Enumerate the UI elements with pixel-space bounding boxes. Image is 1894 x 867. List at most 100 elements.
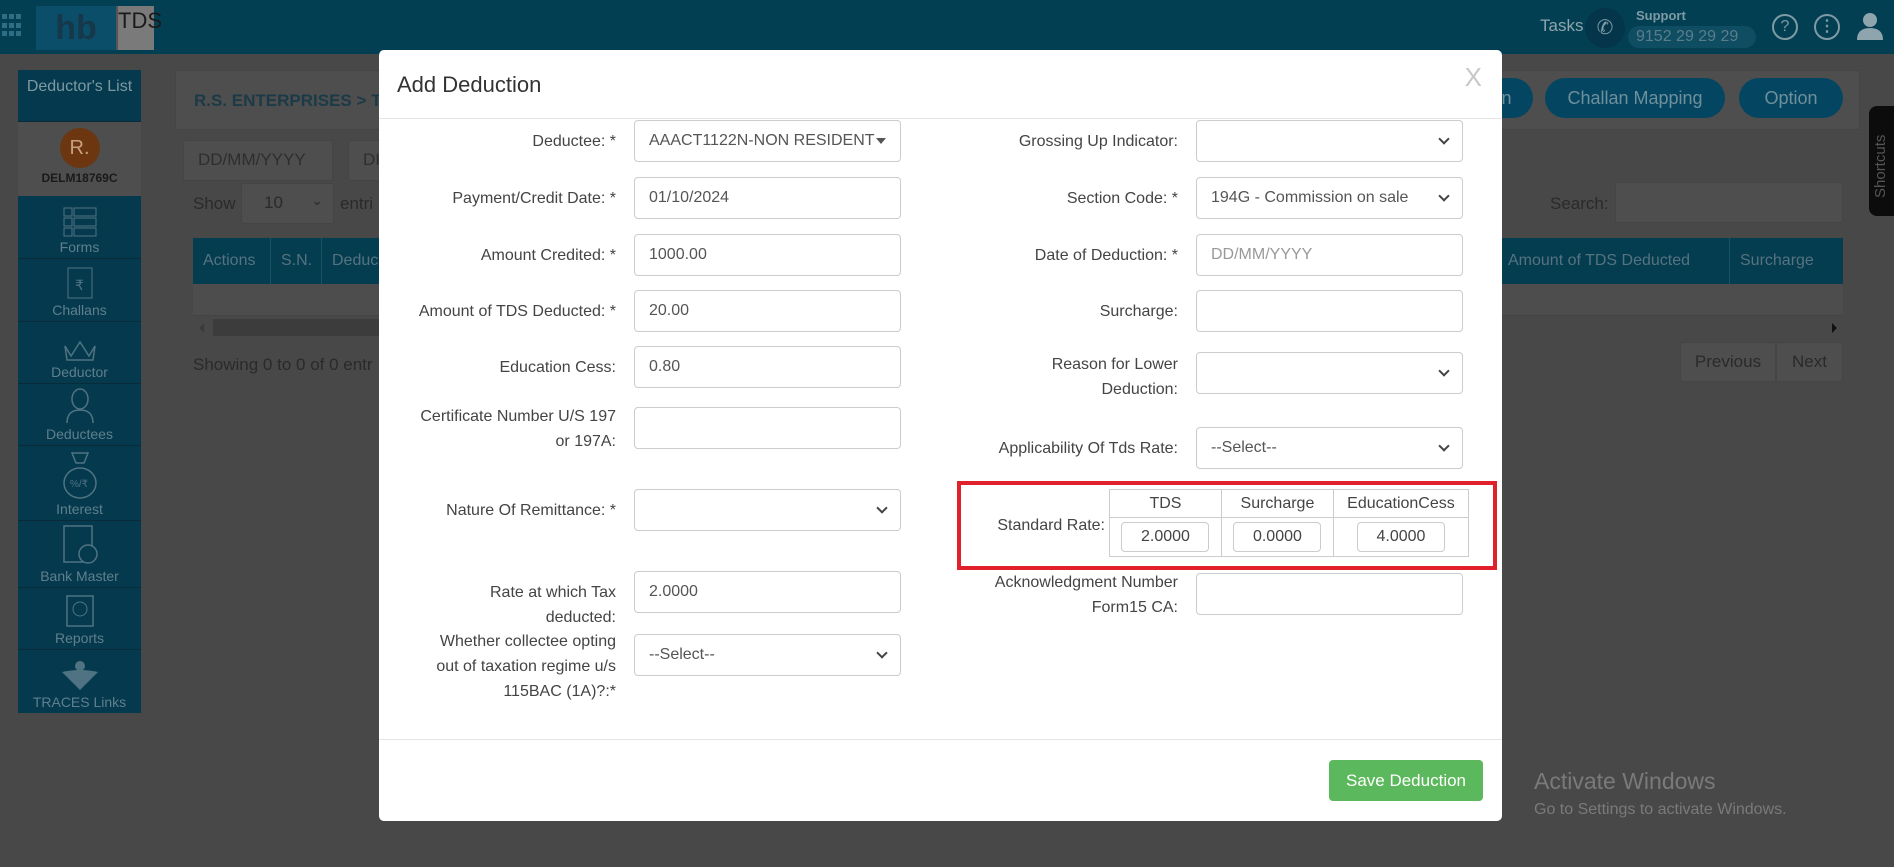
field-label: Section Code: *	[1066, 190, 1178, 207]
certificate-number-us-197-input[interactable]	[634, 407, 901, 449]
field-value: 01/10/2024	[649, 189, 730, 206]
surcharge-input[interactable]	[1196, 290, 1463, 332]
more-vertical-icon[interactable]: ⋮	[1814, 14, 1840, 40]
challan-mapping-button[interactable]: Challan Mapping	[1545, 78, 1725, 118]
traces-icon	[61, 661, 98, 690]
help-icon[interactable]: ?	[1772, 14, 1798, 40]
save-deduction-button[interactable]: Save Deduction	[1329, 760, 1483, 801]
acknowledgment-number-form15-ca-input[interactable]	[1196, 573, 1463, 615]
field-value: --Select--	[649, 646, 715, 663]
deductors-list-link[interactable]: Deductor's List	[18, 70, 141, 122]
search-input[interactable]	[1615, 182, 1843, 223]
field-label: Amount of TDS Deducted: *	[418, 303, 616, 320]
sidebar-item-deductor[interactable]: Deductor	[18, 322, 141, 384]
field-value: DD/MM/YYYY	[1211, 246, 1313, 263]
column-header-amount-tds[interactable]: Amount of TDS Deducted	[1498, 238, 1730, 284]
rate-education-cess-input[interactable]: 4.0000	[1356, 522, 1445, 552]
close-icon[interactable]: X	[1465, 62, 1482, 93]
field-label: Deductee: *	[532, 133, 616, 150]
rate-header-surcharge: Surcharge	[1220, 489, 1334, 518]
report-icon	[65, 595, 94, 627]
logo-hb: hb	[36, 6, 116, 50]
chevron-down-icon	[1438, 365, 1450, 377]
paymentcredit-date-input[interactable]: 01/10/2024	[634, 177, 901, 219]
rate-surcharge-input[interactable]: 0.0000	[1233, 522, 1322, 552]
section-code-select[interactable]: 194G - Commission on sale	[1196, 177, 1463, 219]
modal-title: Add Deduction	[397, 72, 542, 97]
applicability-of-tds-rate-select[interactable]: --Select--	[1196, 427, 1463, 469]
sidebar-item-traces-links[interactable]: TRACES Links	[18, 650, 141, 713]
sidebar-item-reports[interactable]: Reports	[18, 588, 141, 650]
page-size-value: 10	[264, 193, 283, 212]
sidebar-item-label: Forms	[59, 239, 100, 255]
activate-windows-subtitle: Go to Settings to activate Windows.	[1534, 801, 1787, 818]
standard-rate-table: TDS Surcharge EducationCess 2.0000 0.0000 4.…	[1109, 489, 1470, 557]
option-button[interactable]: Option	[1739, 78, 1843, 118]
column-header-actions[interactable]: Actions	[193, 238, 271, 284]
tasks-link[interactable]: Tasks	[1540, 16, 1583, 36]
field-value: --Select--	[1211, 439, 1277, 456]
sidebar-item-label: Deductees	[46, 426, 113, 442]
modal-header-divider	[379, 118, 1502, 119]
show-label: Show	[193, 194, 236, 213]
user-icon[interactable]	[1856, 12, 1884, 40]
sidebar-item-interest[interactable]: %/₹ Interest	[18, 446, 141, 521]
field-value: 194G - Commission on sale	[1211, 189, 1409, 206]
whether-collectee-opting-out-select[interactable]: --Select--	[634, 634, 901, 676]
sidebar-item-label: Reports	[54, 630, 105, 646]
nature-of-remittance-select[interactable]	[634, 489, 901, 531]
field-label: Payment/Credit Date: *	[452, 190, 616, 207]
shortcuts-tab[interactable]: Shortcuts	[1869, 106, 1894, 216]
field-label: Date of Deduction: *	[1034, 247, 1178, 264]
standard-rate-highlight: Standard Rate: TDS Surcharge EducationCess…	[957, 481, 1497, 570]
education-cess-input[interactable]: 0.80	[634, 346, 901, 388]
logo-tds: TDS	[116, 6, 162, 50]
sidebar-item-label: TRACES Links	[32, 694, 127, 710]
sidebar-item-forms[interactable]: Forms	[18, 196, 141, 259]
bank-doc-icon	[62, 525, 98, 564]
chevron-down-icon	[876, 647, 888, 659]
crown-icon	[63, 340, 96, 361]
next-button[interactable]: Next	[1776, 342, 1843, 382]
scroll-right-icon[interactable]	[1832, 323, 1837, 333]
previous-button[interactable]: Previous	[1680, 342, 1776, 382]
sidebar-item-challans[interactable]: ₹ Challans	[18, 259, 141, 322]
chevron-down-icon	[1438, 190, 1450, 202]
support-label: Support	[1636, 8, 1686, 23]
modal-footer-divider	[379, 739, 1502, 740]
chevron-down-icon	[1438, 133, 1450, 145]
rate-tds-input[interactable]: 2.0000	[1121, 522, 1210, 552]
field-label: Certificate Number U/S 197 or 197A:	[420, 408, 616, 450]
activate-windows-title: Activate Windows	[1534, 768, 1716, 794]
svg-text:₹: ₹	[75, 277, 84, 293]
field-label: Surcharge:	[1099, 303, 1178, 320]
sidebar-item-deductees[interactable]: Deductees	[18, 384, 141, 446]
amount-credited-input[interactable]: 1000.00	[634, 234, 901, 276]
scroll-left-icon[interactable]	[199, 323, 204, 333]
field-value: 1000.00	[649, 246, 707, 263]
forms-icon	[63, 207, 96, 237]
column-header-surcharge[interactable]: Surcharge	[1730, 238, 1843, 284]
grossing-up-indicator-select[interactable]	[1196, 120, 1463, 162]
sidebar-item-label: Interest	[56, 501, 103, 517]
top-bar: hb TDS Tasks ✆ Support 9152 29 29 29 ? ⋮	[0, 0, 1894, 54]
sidebar-item-label: Deductor	[51, 364, 108, 380]
sidebar-item-bank-master[interactable]: Bank Master	[18, 521, 141, 588]
rate-at-which-tax-input[interactable]: 2.0000	[634, 571, 901, 613]
date-from-input[interactable]: DD/MM/YYYY	[183, 140, 333, 181]
svg-text:%/₹: %/₹	[70, 479, 88, 490]
deductor-profile[interactable]: R. DELM18769C	[18, 122, 141, 196]
apps-grid-icon[interactable]	[2, 14, 21, 38]
date-of-deduction-input[interactable]: DD/MM/YYYY	[1196, 234, 1463, 276]
amount-of-tds-deducted-input[interactable]: 20.00	[634, 290, 901, 332]
field-label: Whether collectee opting out of taxation…	[436, 633, 616, 700]
field-label: Education Cess:	[499, 359, 616, 376]
field-value: AAACT1122N-NON RESIDENT	[649, 132, 875, 149]
deductee-select[interactable]: AAACT1122N-NON RESIDENT	[634, 120, 901, 162]
column-header-sn[interactable]: S.N.	[271, 238, 322, 284]
sidebar-item-label: Challans	[52, 302, 107, 318]
rate-header-tds: TDS	[1109, 489, 1222, 518]
reason-for-lower-deduction-select[interactable]	[1196, 352, 1463, 394]
sidebar-item-label: Bank Master	[40, 568, 119, 584]
logo: hb TDS	[36, 6, 162, 50]
